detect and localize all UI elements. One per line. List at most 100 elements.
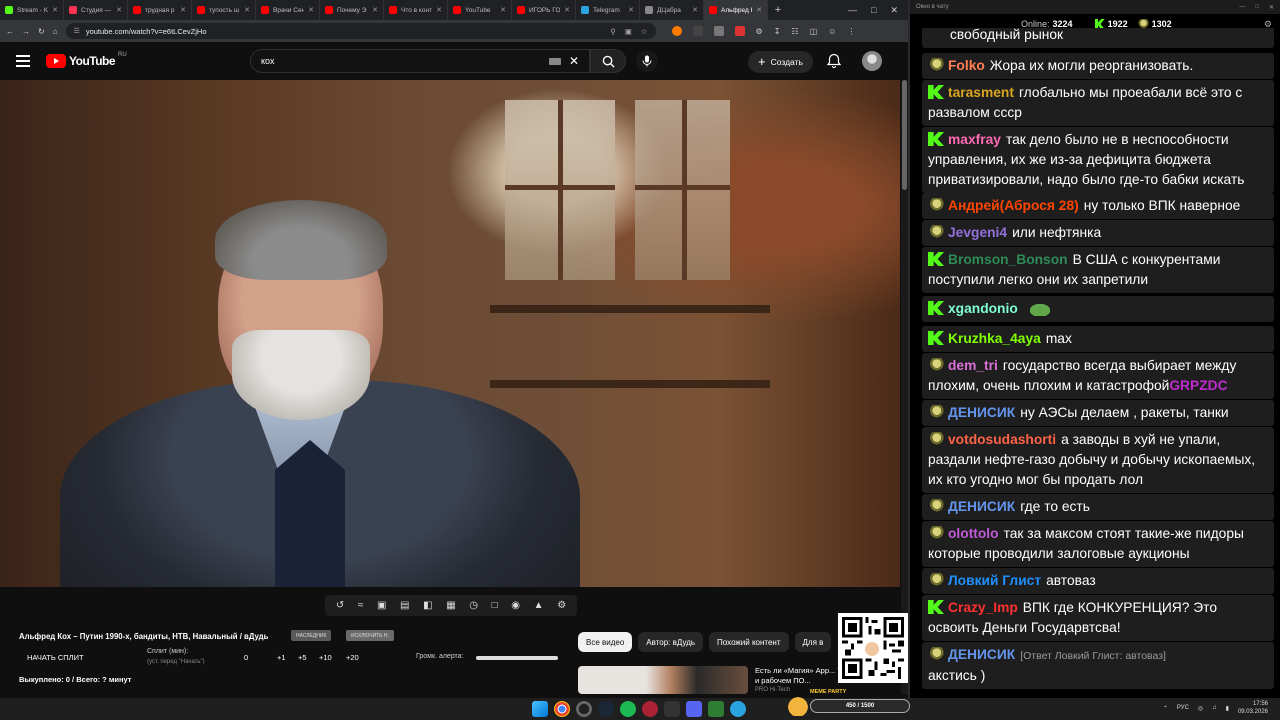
chip-all-videos[interactable]: Все видео [578, 632, 633, 652]
chat-username[interactable]: xgandonio [948, 301, 1018, 316]
chip-author[interactable]: Автор: вДудь [638, 632, 704, 652]
wifi-icon[interactable]: ◎ [1198, 705, 1203, 712]
add-10-button[interactable]: +10 [319, 653, 332, 662]
alert-volume-slider[interactable] [476, 656, 558, 660]
related-thumbnail[interactable] [578, 666, 748, 694]
back-icon[interactable]: ← [6, 27, 14, 36]
page-scrollbar[interactable] [901, 80, 908, 695]
minimize-icon[interactable]: — [848, 5, 857, 15]
maximize-icon[interactable]: □ [871, 5, 876, 15]
browser-tab[interactable]: Stream - K ✕ [0, 0, 64, 20]
steam-icon[interactable] [598, 701, 614, 717]
zoom-icon[interactable]: ⚲ [610, 27, 616, 36]
notifications-bell-icon[interactable] [826, 53, 842, 69]
tab-close-icon[interactable]: ✕ [436, 6, 442, 14]
video-settings-icon[interactable]: ▣ [377, 600, 386, 611]
browser-tab[interactable]: Что в конт ✕ [384, 0, 448, 20]
battery-icon[interactable]: ▮ [1226, 705, 1229, 712]
tab-close-icon[interactable]: ✕ [180, 6, 186, 14]
clapper-icon[interactable]: ▤ [400, 600, 409, 611]
profile-icon[interactable]: ☺ [828, 27, 836, 36]
site-info-icon[interactable]: ☰ [74, 27, 80, 35]
chat-username[interactable]: Crazy_Imp [948, 600, 1018, 615]
broadcast-icon[interactable]: ≈ [358, 600, 364, 611]
chat-username[interactable]: ДЕНИСИК [948, 647, 1015, 662]
heir-button[interactable]: НАСЛЕДНИК [291, 630, 332, 641]
youtube-logo[interactable]: YouTube RU [46, 52, 127, 68]
cinema-icon[interactable]: ▦ [446, 600, 455, 611]
speed-icon[interactable]: ◷ [469, 600, 478, 611]
browser-tab[interactable]: Студия — ✕ [64, 0, 128, 20]
clock[interactable]: 17:56 09.03.2026 [1238, 700, 1268, 716]
chat-username[interactable]: votdosudashorti [948, 432, 1056, 447]
minimize-icon[interactable]: — [1239, 4, 1245, 11]
chat-username[interactable]: tarasment [948, 85, 1014, 100]
start-split-button[interactable]: НАЧАТЬ СПЛИТ [27, 653, 84, 662]
browser-tab[interactable]: Почему Э ✕ [320, 0, 384, 20]
tab-close-icon[interactable]: ✕ [756, 6, 762, 14]
exclude-button[interactable]: ИСКЛЮЧИТЬ Н. [346, 630, 394, 641]
browser-menu-icon[interactable]: ⋮ [847, 27, 855, 36]
browser-tab[interactable]: Telegram ✕ [576, 0, 640, 20]
tab-close-icon[interactable]: ✕ [52, 6, 58, 14]
create-button[interactable]: + Создать [748, 51, 813, 73]
camera-icon[interactable]: ◉ [511, 600, 520, 611]
bookmark-star-icon[interactable]: ☆ [641, 27, 648, 36]
browser-tab[interactable]: YouTube ✕ [448, 0, 512, 20]
telegram-icon[interactable] [730, 701, 746, 717]
tab-close-icon[interactable]: ✕ [372, 6, 378, 14]
app-icon[interactable] [664, 701, 680, 717]
browser-tab[interactable]: ДЦабра ✕ [640, 0, 704, 20]
scrollbar-thumb[interactable] [902, 80, 907, 190]
extension-icon[interactable] [713, 26, 724, 36]
home-icon[interactable]: ⌂ [53, 27, 58, 36]
chat-username[interactable]: maxfray [948, 132, 1001, 147]
tab-close-icon[interactable]: ✕ [564, 6, 570, 14]
tab-close-icon[interactable]: ✕ [116, 6, 122, 14]
chat-messages[interactable]: свободный рынок Folko Жора их могли реорга… [910, 28, 1280, 696]
chat-username[interactable]: Folko [948, 58, 985, 73]
search-button[interactable] [590, 49, 626, 73]
chip-for-you[interactable]: Для в [794, 632, 832, 652]
add-1-button[interactable]: +1 [277, 653, 286, 662]
chat-username[interactable]: dem_tri [948, 358, 998, 373]
maximize-icon[interactable]: □ [1255, 4, 1259, 11]
download-icon[interactable]: ↧ [774, 27, 781, 36]
keyboard-icon[interactable] [548, 57, 561, 65]
tab-close-icon[interactable]: ✕ [244, 6, 250, 14]
chat-username[interactable]: olottolo [948, 526, 999, 541]
hamburger-menu-icon[interactable] [16, 55, 30, 67]
add-20-button[interactable]: +20 [346, 653, 359, 662]
close-icon[interactable]: ✕ [890, 5, 898, 16]
extension-icon[interactable] [671, 26, 682, 36]
related-channel[interactable]: PRO Hi-Tech [755, 687, 790, 693]
app-icon[interactable] [686, 701, 702, 717]
app-icon[interactable] [708, 701, 724, 717]
extension-icon[interactable] [692, 26, 703, 36]
tab-close-icon[interactable]: ✕ [628, 6, 634, 14]
chat-username[interactable]: Bromson_Bonson [948, 252, 1068, 267]
start-windows-icon[interactable] [532, 701, 548, 717]
extension-icon[interactable] [734, 26, 745, 36]
chat-username[interactable]: Ловкий Глист [948, 573, 1041, 588]
reload-icon[interactable]: ↻ [38, 27, 45, 36]
obs-icon[interactable] [576, 701, 592, 717]
spotify-icon[interactable] [620, 701, 636, 717]
app-icon[interactable] [642, 701, 658, 717]
clear-search-icon[interactable]: ✕ [569, 54, 579, 68]
chip-similar[interactable]: Похожий контент [709, 632, 789, 652]
volume-icon[interactable]: ♫ [1212, 705, 1217, 711]
address-bar[interactable]: ☰ youtube.com/watch?v=e6tLCevZjHo ⚲ ▣ ☆ [65, 23, 656, 39]
chrome-icon[interactable] [554, 701, 570, 717]
tab-close-icon[interactable]: ✕ [500, 6, 506, 14]
new-tab-button[interactable]: + [768, 0, 788, 20]
add-5-button[interactable]: +5 [298, 653, 307, 662]
voice-search-button[interactable] [636, 50, 658, 72]
browser-tab[interactable]: Альфред К ✕ [704, 0, 768, 20]
chat-username[interactable]: ДЕНИСИК [948, 405, 1015, 420]
search-input[interactable]: кох ✕ [250, 49, 590, 73]
chat-username[interactable]: Jevgeni4 [948, 225, 1007, 240]
browser-tab[interactable]: трудная р ✕ [128, 0, 192, 20]
extensions-puzzle-icon[interactable]: ☷ [791, 27, 798, 36]
gear-icon[interactable]: ⚙ [557, 600, 566, 611]
